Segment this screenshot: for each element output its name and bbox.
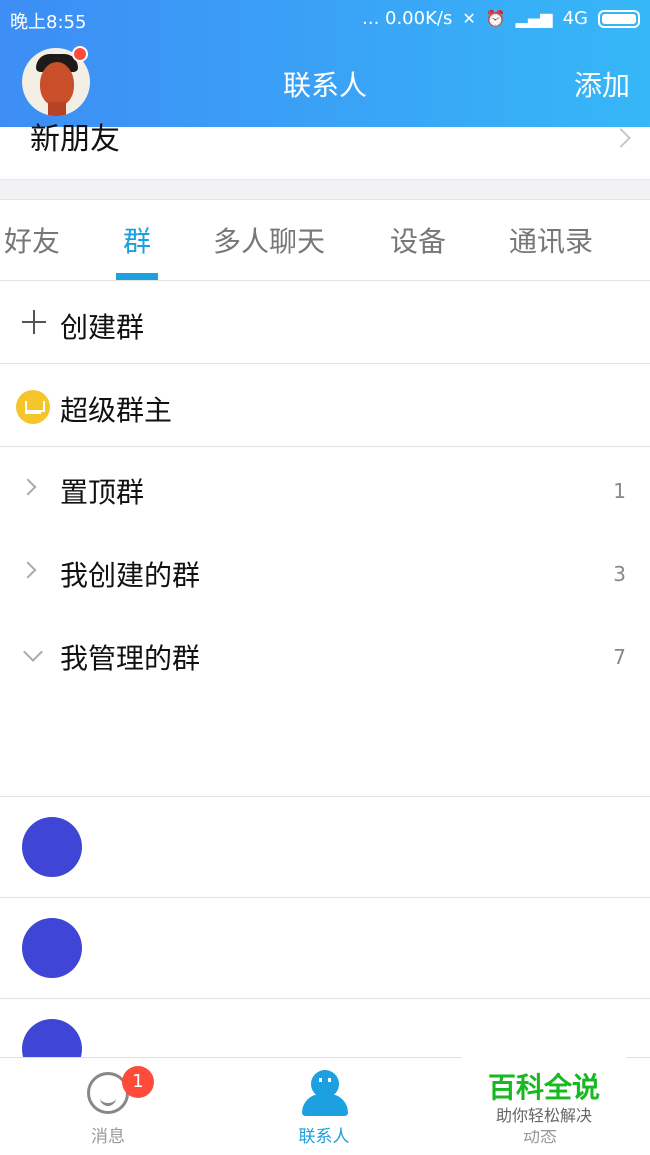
new-friends-label: 新朋友: [30, 122, 120, 157]
contact-icon-eyes: [319, 1078, 331, 1082]
alarm-icon: ⏰: [485, 9, 506, 28]
list-item[interactable]: [0, 796, 650, 896]
add-button[interactable]: 添加: [574, 64, 630, 104]
tab-devices[interactable]: 设备: [390, 220, 446, 260]
brand-watermark: 百科全说 助你轻松解决: [462, 1050, 626, 1130]
brand-title: 百科全说: [487, 1071, 600, 1104]
section-count: 1: [613, 479, 626, 503]
nav-contacts[interactable]: 联系人: [216, 1058, 432, 1155]
section-divider: [0, 180, 650, 200]
tab-friends[interactable]: 好友: [4, 220, 60, 260]
plus-icon: [22, 310, 46, 334]
tab-address-book[interactable]: 通讯录: [509, 220, 593, 260]
chevron-right-icon: [19, 478, 37, 496]
network-speed: ... 0.00K/s: [362, 8, 453, 29]
unread-badge: 1: [122, 1066, 154, 1098]
group-avatar: [22, 918, 82, 978]
status-indicators: ... 0.00K/s ✕ ⏰ ▂▄▆ 4G: [362, 8, 640, 29]
create-group-label: 创建群: [60, 311, 145, 344]
crown-icon: [16, 390, 50, 424]
app-header: 晚上8:55 ... 0.00K/s ✕ ⏰ ▂▄▆ 4G 联系人 添加: [0, 0, 650, 127]
section-label: 我管理的群: [60, 642, 201, 675]
battery-icon: [598, 9, 640, 28]
section-label: 置顶群: [60, 476, 145, 509]
section-label: 我创建的群: [60, 559, 201, 592]
nav-label: 消息: [91, 1127, 125, 1147]
section-created-groups[interactable]: 我创建的群 3: [0, 530, 650, 613]
page-title: 联系人: [282, 69, 367, 102]
brand-subtitle: 助你轻松解决: [495, 1106, 592, 1125]
super-group-owner-label: 超级群主: [60, 394, 173, 427]
super-group-owner-row[interactable]: 超级群主: [0, 364, 650, 446]
signal-icon: ▂▄▆: [515, 9, 553, 28]
section-managed-groups[interactable]: 我管理的群 7: [0, 613, 650, 696]
tab-multi-chat[interactable]: 多人聊天: [213, 220, 325, 260]
nav-messages[interactable]: 1 消息: [0, 1058, 216, 1155]
section-pinned-groups[interactable]: 置顶群 1: [0, 447, 650, 530]
avatar-neck: [48, 102, 66, 116]
new-friends-row[interactable]: 新朋友: [0, 122, 650, 180]
list-item[interactable]: [0, 897, 650, 997]
active-tab-indicator: [116, 273, 158, 280]
chevron-right-icon: [611, 128, 631, 148]
notification-dot: [72, 46, 88, 62]
contact-icon: [302, 1070, 348, 1118]
tab-bar: 好友 群 多人聊天 设备 通讯录: [0, 200, 650, 281]
nav-label: 联系人: [298, 1127, 350, 1147]
chevron-right-icon: [19, 561, 37, 579]
chevron-down-icon: [23, 642, 43, 662]
group-avatar: [22, 817, 82, 877]
mute-icon: ✕: [462, 9, 476, 28]
network-type: 4G: [562, 8, 588, 29]
status-bar: 晚上8:55 ... 0.00K/s ✕ ⏰ ▂▄▆ 4G: [0, 0, 650, 38]
status-time: 晚上8:55: [10, 12, 87, 33]
section-count: 7: [613, 645, 626, 669]
create-group-row[interactable]: 创建群: [0, 282, 650, 363]
tab-groups[interactable]: 群: [123, 220, 151, 260]
contact-icon-head: [311, 1070, 339, 1098]
section-count: 3: [613, 562, 626, 586]
